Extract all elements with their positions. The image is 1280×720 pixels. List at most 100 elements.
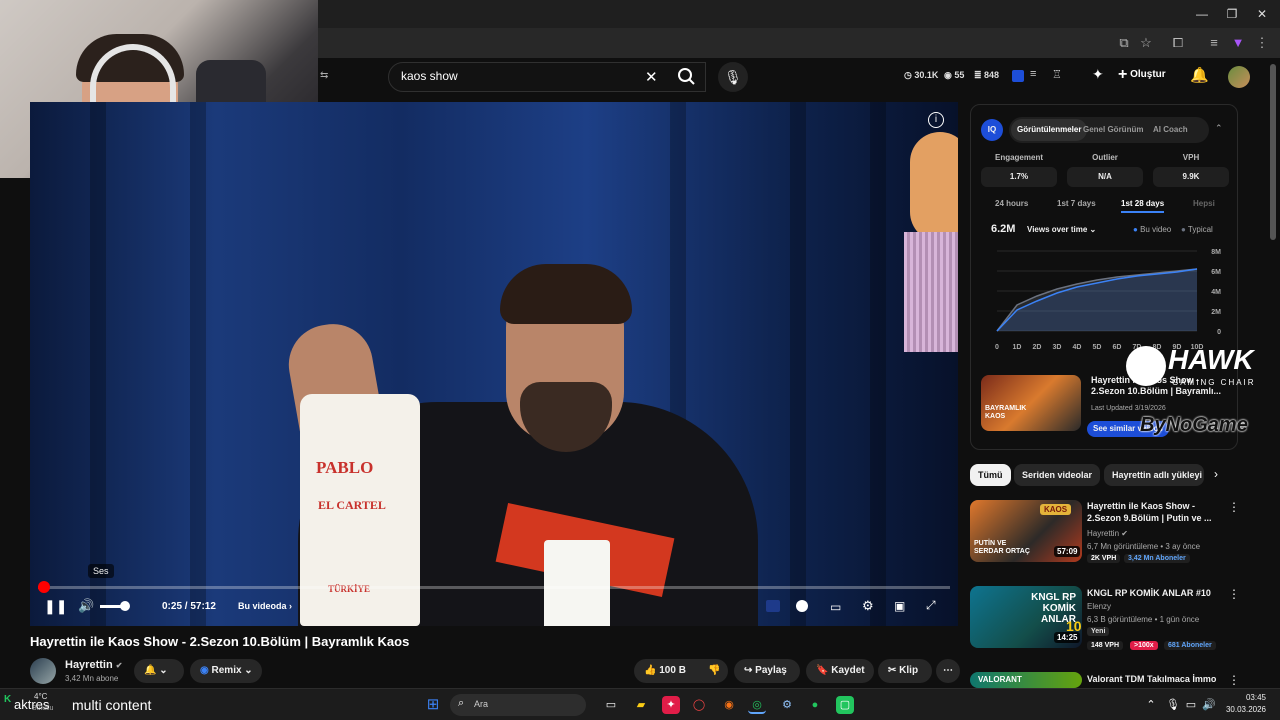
vpn-extension-icon[interactable]: ▼ [1230,35,1246,51]
microphone-tray-icon[interactable]: 🎙 [1164,696,1182,714]
info-icon[interactable]: i [928,112,944,128]
clear-search-icon[interactable]: ✕ [645,68,658,86]
tab-views[interactable]: Görüntülenmeler [1011,119,1088,141]
volume-knob[interactable] [120,601,130,611]
iq-player-button[interactable] [766,600,780,612]
clock-date[interactable]: 30.03.2026 [1218,705,1266,714]
save-button[interactable]: 🔖 Kaydet [806,659,874,683]
rec-subs-badge: 681 Aboneler [1164,641,1216,650]
tab-search-icon[interactable]: ≡ [1206,35,1222,51]
autoplay-toggle[interactable] [796,600,808,612]
dislike-button[interactable]: 👎 [700,659,728,683]
create-button[interactable]: + Oluştur [1118,66,1166,84]
app-icon[interactable]: ▢ [836,696,854,714]
tray-chevron-icon[interactable]: ⌃ [1142,696,1160,714]
rec-title[interactable]: KNGL RP KOMİK ANLAR #10 [1087,587,1217,599]
share-label: Paylaş [755,665,787,676]
task-view-icon[interactable]: ▭ [602,696,620,714]
windows-start-icon[interactable]: ⊞ [424,696,442,714]
restore-button[interactable]: ❐ [1224,6,1240,22]
range-28d[interactable]: 1st 28 days [1121,199,1165,213]
rec-channel[interactable]: Elenzy [1087,602,1111,611]
minimize-button[interactable]: — [1194,6,1210,22]
views-selector[interactable]: Views over time ⌄ [1027,225,1096,234]
filter-icon[interactable]: ⇆ [320,70,328,81]
chip-uploader[interactable]: Hayrettin adlı yükleyi [1104,464,1204,486]
like-button[interactable]: 👍 100 B [634,659,700,683]
share-button[interactable]: ↪ Paylaş [734,659,800,683]
channel-name[interactable]: Hayrettin ✔ [65,659,122,671]
mute-button[interactable]: 🔊 [78,598,94,614]
chip-all[interactable]: Tümü [970,464,1011,486]
subscription-bell-button[interactable]: 🔔 ⌄ [134,659,184,683]
video-player[interactable]: PABLO EL CARTEL TÜRKİYE i Ses ❚❚ 🔊 0:25 … [30,102,958,626]
list-icon[interactable]: ≡ [1030,68,1036,80]
spotify-icon[interactable]: ● [806,696,824,714]
bookmark-star-icon[interactable]: ☆ [1138,35,1154,51]
remix-button[interactable]: ◉ Remix ⌄ [190,659,262,683]
speaker-icon[interactable]: 🔊 [1200,696,1218,714]
search-button[interactable] [668,62,706,92]
settings-gear-icon[interactable]: ⚙ [862,598,874,614]
progress-scrubber[interactable] [38,581,51,593]
voice-search-button[interactable]: 🎙 [718,62,748,92]
app-icon[interactable]: ✦ [662,696,680,714]
clip-button[interactable]: ✂ Klip [878,659,932,683]
sponsor-text: ByNoGame [1140,414,1248,436]
rec-menu-icon[interactable]: ⋮ [1228,587,1240,601]
rec-menu-icon[interactable]: ⋮ [1228,673,1240,687]
card-thumbnail[interactable]: BAYRAMLIK KAOS [981,375,1081,431]
search-input[interactable] [401,69,641,83]
opera-gx-icon[interactable]: ◯ [690,696,708,714]
subtitles-icon[interactable]: ▭ [830,600,841,614]
tab-overview[interactable]: Genel Görünüm [1077,119,1149,141]
network-icon[interactable]: ▭ [1182,696,1200,714]
hawk-brand-text: HAWK [1168,344,1254,375]
browser-menu-icon[interactable]: ⋮ [1254,35,1270,51]
rec-title[interactable]: Valorant TDM Takılmaca İmmo [1087,673,1227,685]
clock-time[interactable]: 03:45 [1222,693,1266,702]
remix-label: Remix [211,665,242,676]
rec-title[interactable]: Hayrettin ile Kaos Show - 2.Sezon 9.Bölü… [1087,500,1217,524]
search-box[interactable]: ✕ [388,62,706,92]
pause-button[interactable]: ❚❚ [44,598,67,615]
theater-mode-icon[interactable]: ▣ [894,599,905,613]
fullscreen-icon[interactable]: ⤢ [926,598,936,613]
range-24h[interactable]: 24 hours [995,199,1028,208]
install-app-icon[interactable]: ⧉ [1116,35,1132,51]
tab-ai-coach[interactable]: AI Coach [1147,119,1194,141]
pause-icon: ❚❚ [44,598,68,614]
rec-thumbnail[interactable]: KAOS PUTİN VE SERDAR ORTAÇ 57:09 [970,500,1082,562]
rec-thumb-text: VALORANT [978,675,1022,684]
rec-channel[interactable]: Hayrettin ✔ [1087,529,1128,538]
rec-menu-icon[interactable]: ⋮ [1228,500,1240,514]
chip-series[interactable]: Seriden videolar [1014,464,1101,486]
chips-next-icon[interactable]: › [1214,467,1218,481]
file-explorer-icon[interactable]: ▰ [632,696,650,714]
range-7d[interactable]: 1st 7 days [1057,199,1096,208]
extensions-icon[interactable]: ⧠ [1170,35,1186,51]
taskbar-search[interactable]: ⌕ Ara [450,694,586,716]
iq-extension-icon[interactable] [1012,70,1024,82]
ai-sparkle-icon[interactable]: ✦ [1092,66,1104,83]
windows-taskbar: K 4°C Bulutlu aktres multi content ⊞ ⌕ A… [0,688,1280,720]
verified-icon: ✔ [1121,529,1128,538]
rec-thumbnail[interactable]: KNGL RP KOMİK ANLAR 10 14:25 [970,586,1082,648]
search-icon: ⌕ [458,697,465,709]
range-all[interactable]: Hepsi [1193,199,1215,208]
account-avatar[interactable] [1228,66,1250,88]
collapse-chevron-icon[interactable]: ⌃ [1215,123,1223,134]
close-window-button[interactable]: ✕ [1254,6,1270,22]
channel-avatar[interactable] [30,658,56,684]
chapter-button[interactable]: Bu videoda › [238,601,292,611]
chrome-icon[interactable]: ◎ [748,696,766,714]
rec-meta: 6,3 B görüntüleme • 1 gün önce [1087,615,1200,624]
page-scrollbar[interactable] [1270,64,1276,240]
steam-icon[interactable]: ⚙ [778,696,796,714]
more-actions-button[interactable]: ⋯ [936,659,960,683]
rec-thumbnail[interactable]: VALORANT [970,672,1082,688]
notifications-bell-icon[interactable]: 🔔 [1190,66,1209,84]
progress-bar[interactable] [38,581,950,593]
trophy-icon[interactable]: ♖ [1052,68,1062,81]
app-icon[interactable]: ◉ [720,696,738,714]
